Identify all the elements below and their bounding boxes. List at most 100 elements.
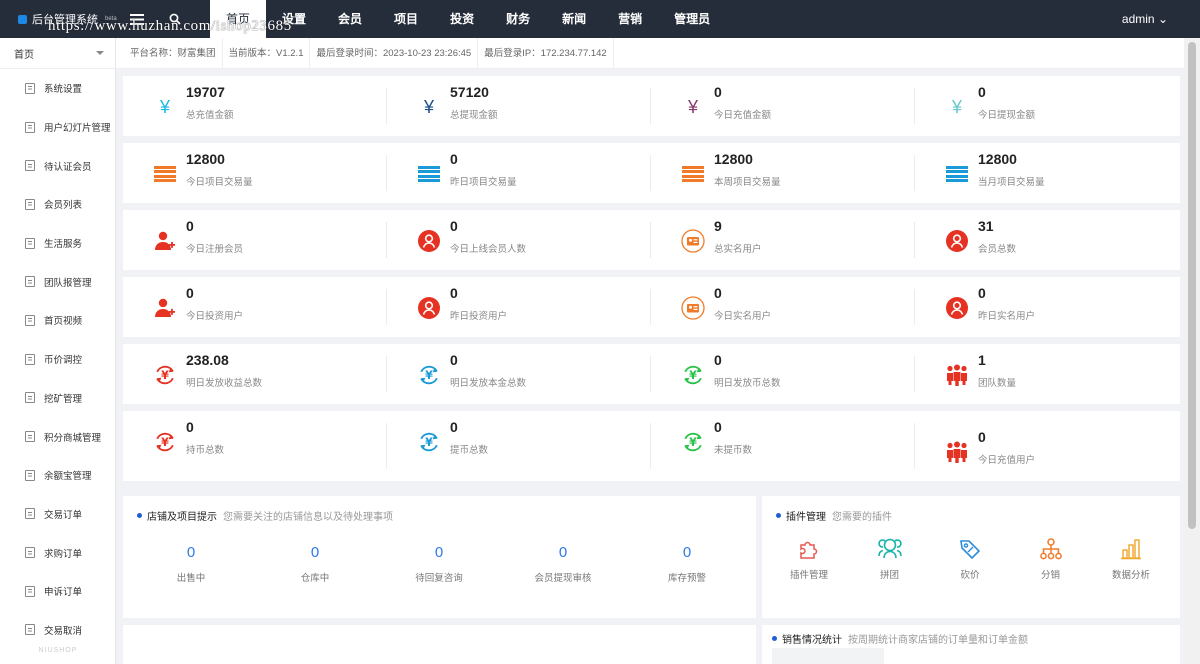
stat-card[interactable]: ¥19707 总充值金额 <box>123 76 387 136</box>
stat-card[interactable]: 0 今日注册会员 <box>123 210 387 270</box>
document-icon <box>25 508 35 520</box>
scrollbar-thumb[interactable] <box>1188 42 1196 529</box>
stat-card[interactable]: ¥0 今日充值金额 <box>651 76 915 136</box>
sidebar-item[interactable]: 求购订单 <box>0 533 115 572</box>
sidebar-item-label: 挖矿管理 <box>44 393 83 405</box>
nav-item-8[interactable]: 管理员 <box>658 0 726 38</box>
stat-value: 0 <box>450 218 458 234</box>
nav-item-6[interactable]: 新闻 <box>546 0 602 38</box>
stat-card[interactable]: 12800 当月项目交易量 <box>915 143 1179 203</box>
sidebar-item[interactable]: 余额宝管理 <box>0 456 115 495</box>
stat-value: 9 <box>714 218 722 234</box>
stat-card[interactable]: 9 总实名用户 <box>651 210 915 270</box>
yen-cycle-icon: ¥ <box>153 430 177 454</box>
stat-value: 0 <box>978 285 986 301</box>
plugin-label: 分销 <box>1040 570 1060 581</box>
plugin-item[interactable]: 分销 <box>1010 536 1092 581</box>
stat-card[interactable]: 0 今日上线会员人数 <box>387 210 651 270</box>
stat-label: 今日注册会员 <box>186 244 244 255</box>
sidebar-item[interactable]: 会员列表 <box>0 185 115 224</box>
stat-card[interactable]: ¥238.08 明日发放收益总数 <box>123 344 387 404</box>
sidebar-item[interactable]: 挖矿管理 <box>0 379 115 418</box>
stat-card[interactable]: ¥0 明日发放币总数 <box>651 344 915 404</box>
stat-label: 明日发放收益总数 <box>186 378 263 389</box>
stat-card[interactable]: ¥0 持币总数 <box>123 411 387 481</box>
sales-panel-subtitle: 按周期统计商家店铺的订单量和订单金额 <box>848 635 1028 646</box>
stat-value: 0 <box>186 285 194 301</box>
sidebar-item[interactable]: 用户幻灯片管理 <box>0 108 115 147</box>
stat-card[interactable]: ¥0 今日提现金额 <box>915 76 1179 136</box>
stat-label: 明日发放币总数 <box>714 378 781 389</box>
sidebar-item[interactable]: 团队报管理 <box>0 262 115 301</box>
stat-label: 总实名用户 <box>714 244 762 255</box>
nav-item-0[interactable]: 首页 <box>210 0 267 38</box>
shop-stat-item[interactable]: 0 待回复咨询 <box>377 544 501 584</box>
svg-text:¥: ¥ <box>689 436 697 449</box>
sidebar-item[interactable]: 交易订单 <box>0 495 115 534</box>
nav-item-7[interactable]: 营销 <box>602 0 658 38</box>
stat-card[interactable]: 0 昨日实名用户 <box>915 277 1179 337</box>
admin-user-menu[interactable]: admin ⌄ <box>1122 0 1168 38</box>
stat-value: 0 <box>714 84 722 100</box>
list-icon <box>153 162 177 186</box>
sidebar-item[interactable]: 币价调控 <box>0 340 115 379</box>
stat-label: 今日上线会员人数 <box>450 244 527 255</box>
stat-card[interactable]: ¥0 提币总数 <box>387 411 651 481</box>
stat-card[interactable]: 0 今日充值用户 <box>915 411 1179 481</box>
sidebar-item[interactable]: 生活服务 <box>0 224 115 263</box>
lower-left-panel <box>123 625 756 664</box>
sidebar-item[interactable]: 积分商城管理 <box>0 417 115 456</box>
sidebar-item[interactable]: 交易取消 <box>0 611 115 650</box>
nav-item-3[interactable]: 项目 <box>378 0 434 38</box>
sidebar-item[interactable]: 待认证会员 <box>0 146 115 185</box>
shop-stat-item[interactable]: 0 出售中 <box>129 544 253 584</box>
sidebar-item[interactable]: 系统设置 <box>0 69 115 108</box>
search-icon <box>169 13 181 25</box>
page-scrollbar[interactable] <box>1184 38 1200 664</box>
stat-card[interactable]: 31 会员总数 <box>915 210 1179 270</box>
stats-row: 0 今日注册会员 0 今日上线会员人数 9 总实名用户 31 会员总数 <box>123 210 1180 270</box>
svg-text:¥: ¥ <box>161 436 169 449</box>
title-dot-icon <box>137 513 142 518</box>
stat-card[interactable]: 0 今日实名用户 <box>651 277 915 337</box>
sidebar-header[interactable]: 首页 <box>0 38 115 69</box>
stat-card[interactable]: 1 团队数量 <box>915 344 1179 404</box>
shop-stat-item[interactable]: 0 仓库中 <box>253 544 377 584</box>
stat-label: 提币总数 <box>450 445 489 456</box>
sidebar-item-label: 求购订单 <box>44 548 83 560</box>
stat-card[interactable]: ¥0 明日发放本金总数 <box>387 344 651 404</box>
stat-card[interactable]: ¥57120 总提现金额 <box>387 76 651 136</box>
stats-row: ¥238.08 明日发放收益总数 ¥0 明日发放本金总数 ¥0 明日发放币总数 1 团队数量 <box>123 344 1180 404</box>
stat-value: 0 <box>450 419 458 435</box>
menu-toggle-button[interactable] <box>118 0 156 38</box>
sales-panel-heading: 销售情况统计 <box>782 635 842 646</box>
brand-footer: NIUSHOP <box>38 647 78 654</box>
sidebar-item-label: 会员列表 <box>44 200 83 212</box>
search-button[interactable] <box>156 0 194 38</box>
stat-card[interactable]: 12800 今日项目交易量 <box>123 143 387 203</box>
stat-value: 31 <box>978 218 994 234</box>
sidebar-item[interactable]: 申诉订单 <box>0 572 115 611</box>
plugin-item[interactable]: 拼团 <box>849 536 931 581</box>
sidebar-item-label: 交易订单 <box>44 509 83 521</box>
nav-item-2[interactable]: 会员 <box>322 0 378 38</box>
stat-card[interactable]: 12800 本周项目交易量 <box>651 143 915 203</box>
stat-card[interactable]: 0 昨日项目交易量 <box>387 143 651 203</box>
stat-card[interactable]: 0 昨日投资用户 <box>387 277 651 337</box>
stat-card[interactable]: 0 今日投资用户 <box>123 277 387 337</box>
stat-card[interactable]: ¥0 未提币数 <box>651 411 915 481</box>
nav-item-5[interactable]: 财务 <box>490 0 546 38</box>
shop-stat-item[interactable]: 0 会员提现审核 <box>501 544 625 584</box>
plugin-item[interactable]: 数据分析 <box>1090 536 1172 581</box>
nav-item-1[interactable]: 设置 <box>266 0 322 38</box>
document-icon <box>25 121 35 133</box>
sidebar-item[interactable]: 首页视频 <box>0 301 115 340</box>
app-logo[interactable]: 后台管理系统 beta <box>0 0 118 38</box>
plugin-item[interactable]: 砍价 <box>929 536 1011 581</box>
user-circle-icon <box>945 229 969 253</box>
plugin-item[interactable]: 插件管理 <box>768 536 850 581</box>
sales-stats-panel: 销售情况统计 按周期统计商家店铺的订单量和订单金额 <box>762 625 1180 664</box>
shop-stat-item[interactable]: 0 库存预警 <box>625 544 749 584</box>
sales-chart-tab[interactable] <box>772 648 884 664</box>
nav-item-4[interactable]: 投资 <box>434 0 490 38</box>
